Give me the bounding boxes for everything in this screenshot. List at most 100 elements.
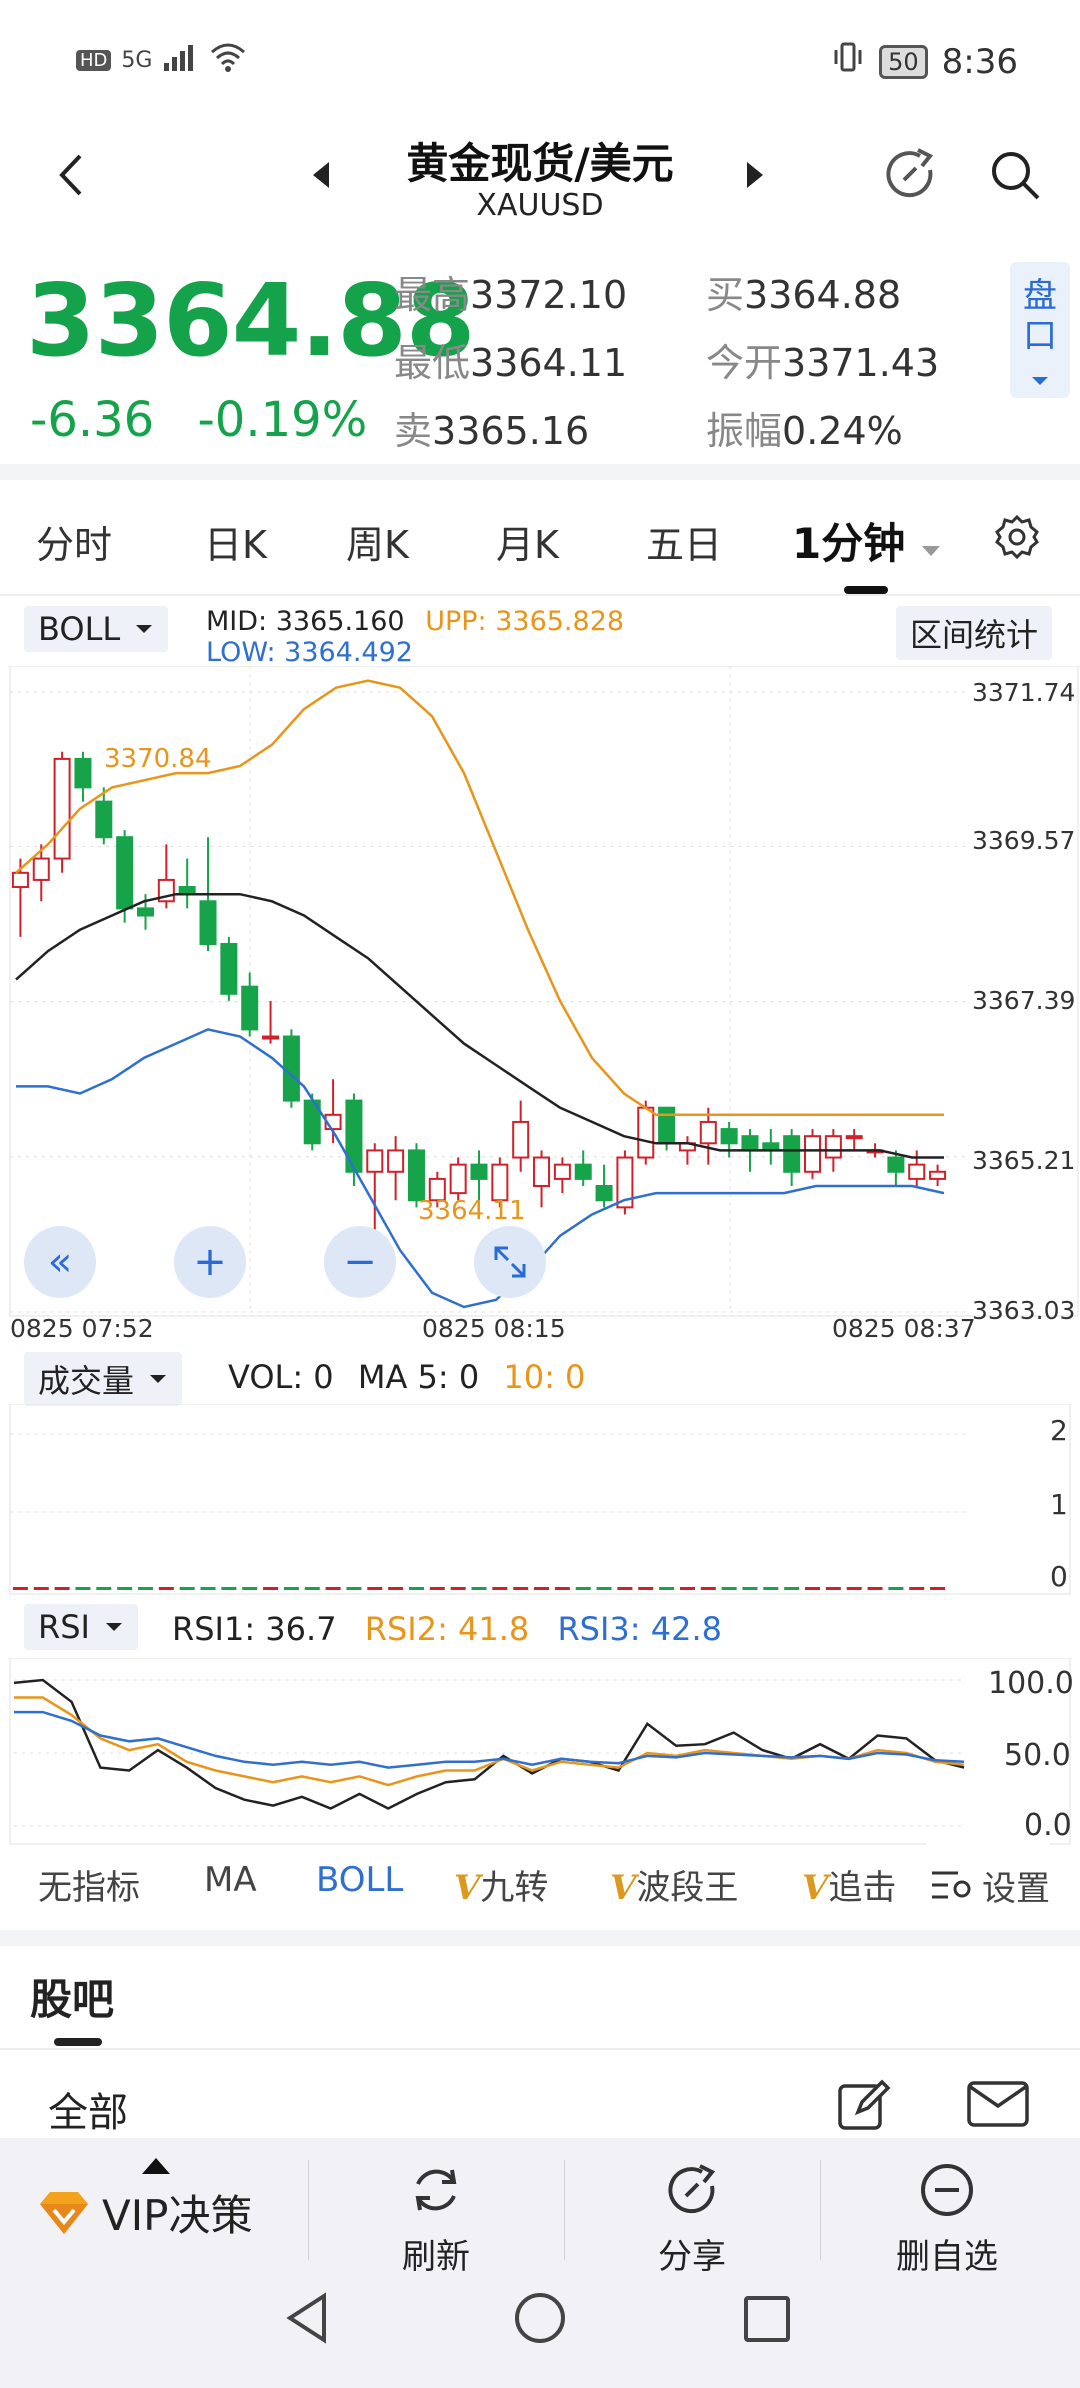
- tab-1min[interactable]: 1分钟: [792, 510, 942, 571]
- volume-bar: [54, 1587, 70, 1590]
- volume-bar: [805, 1587, 821, 1590]
- candle-up: [533, 1156, 551, 1188]
- max-price-marker: 3370.84: [104, 744, 212, 774]
- candle-down: [95, 800, 113, 839]
- stat-value: 3365.16: [432, 409, 590, 453]
- candle-up: [929, 1170, 947, 1180]
- square-recents-icon: [744, 2296, 790, 2342]
- main-indicator-select[interactable]: BOLL: [24, 606, 169, 652]
- tab-daily-k[interactable]: 日K: [204, 514, 267, 569]
- volume-bar: [283, 1587, 299, 1590]
- ind-boduanwang[interactable]: V波段王: [610, 1860, 738, 1909]
- system-back-button[interactable]: [284, 2290, 332, 2350]
- double-chevron-left-icon: «: [47, 1239, 73, 1285]
- guba-title[interactable]: 股吧: [30, 1966, 114, 2027]
- zoom-out-button[interactable]: −: [324, 1226, 396, 1298]
- indicator-settings-button[interactable]: 设置: [926, 1840, 1050, 1930]
- vip-v-icon: V: [802, 1868, 829, 1908]
- rsi3-label: RSI3:: [557, 1610, 641, 1648]
- tab-five-day[interactable]: 五日: [646, 514, 722, 569]
- stat-value: 3364.11: [470, 341, 628, 385]
- vip-label: VIP决策: [102, 2191, 253, 2240]
- ind-jiuzhuan[interactable]: V九转: [454, 1860, 548, 1909]
- share-button[interactable]: 分享: [622, 2160, 762, 2278]
- volume-bar: [888, 1587, 904, 1590]
- settings-sliders-icon: [932, 1871, 971, 1899]
- candle-up: [491, 1163, 509, 1202]
- compose-post-button[interactable]: [836, 2076, 892, 2136]
- system-recents-button[interactable]: [742, 2294, 792, 2348]
- candle-down: [136, 907, 154, 917]
- volume-chart[interactable]: [0, 1404, 1080, 1604]
- rsi3-line: [14, 1710, 965, 1769]
- triangle-right-icon: [747, 162, 763, 188]
- range-stats-button[interactable]: 区间统计: [896, 606, 1053, 660]
- refresh-button[interactable]: 刷新: [366, 2160, 506, 2278]
- divider: [0, 594, 1080, 596]
- clock: 8:36: [941, 41, 1018, 82]
- fullscreen-button[interactable]: [474, 1226, 546, 1298]
- share-header-button[interactable]: [876, 140, 946, 210]
- stat-value: 3364.88: [744, 273, 902, 317]
- volume-bar: [33, 1587, 49, 1590]
- divider: [0, 2048, 1080, 2050]
- volume-bar: [242, 1587, 258, 1590]
- candle-up: [804, 1135, 822, 1173]
- x-tick: 0825 08:37: [832, 1314, 976, 1343]
- scroll-left-button[interactable]: «: [24, 1226, 96, 1298]
- volume-bar: [659, 1587, 675, 1590]
- search-button[interactable]: [980, 140, 1050, 210]
- candle-up: [53, 757, 71, 860]
- ind-none[interactable]: 无指标: [38, 1860, 140, 1909]
- candle-down: [470, 1163, 488, 1180]
- vip-decision-button[interactable]: VIP决策: [36, 2156, 276, 2243]
- volume-bar: [346, 1587, 362, 1590]
- rsi1-label: RSI1:: [172, 1610, 256, 1648]
- candle-up: [11, 871, 29, 889]
- messages-button[interactable]: [966, 2080, 1030, 2132]
- ma10-value: 0: [565, 1358, 586, 1396]
- volume-bar: [638, 1587, 654, 1590]
- rsi-indicator-select[interactable]: RSI: [24, 1604, 138, 1650]
- tab-weekly-k[interactable]: 周K: [346, 514, 409, 569]
- y-tick: 3367.39: [972, 986, 1076, 1015]
- volume-indicator-label: 成交量: [38, 1362, 135, 1400]
- rsi1-value: 36.7: [265, 1610, 337, 1648]
- ind-zhuiji[interactable]: V追击: [802, 1860, 924, 1909]
- wifi-icon: [208, 42, 248, 78]
- volume-bar: [408, 1587, 424, 1590]
- y-tick: 3363.03: [972, 1296, 1076, 1325]
- volume-bar: [492, 1587, 508, 1590]
- remove-watchlist-button[interactable]: 删自选: [872, 2160, 1022, 2278]
- rsi3-value: 42.8: [650, 1610, 722, 1648]
- system-home-button[interactable]: [512, 2290, 568, 2350]
- main-indicator-label: BOLL: [38, 610, 121, 648]
- y-tick: 100.0: [988, 1666, 1074, 1701]
- order-book-button[interactable]: 盘口: [1010, 262, 1070, 398]
- next-instrument-button[interactable]: [720, 140, 790, 210]
- indicator-tabs: 无指标 MA BOLL V九转 V波段王 V追击 设置: [0, 1840, 1080, 1930]
- change-percent: -0.19%: [197, 392, 368, 448]
- rsi-chart[interactable]: [0, 1658, 1080, 1848]
- vol-value: 0: [313, 1358, 334, 1396]
- chart-settings-button[interactable]: [994, 514, 1040, 569]
- rsi-legend: RSI1: 36.7 RSI2: 41.8 RSI3: 42.8: [172, 1610, 722, 1648]
- volume-bar: [930, 1587, 946, 1590]
- zoom-in-button[interactable]: +: [174, 1226, 246, 1298]
- ind-ma[interactable]: MA: [204, 1860, 257, 1900]
- tab-monthly-k[interactable]: 月K: [496, 514, 559, 569]
- volume-bar: [534, 1587, 550, 1590]
- ind-boll[interactable]: BOLL: [316, 1860, 403, 1900]
- tab-intraday[interactable]: 分时: [36, 514, 112, 569]
- stat-buy: 买3364.88: [706, 264, 901, 319]
- volume-bar: [96, 1587, 112, 1590]
- filter-all[interactable]: 全部: [48, 2080, 128, 2138]
- volume-indicator-select[interactable]: 成交量: [24, 1352, 183, 1406]
- rsi2-line: [14, 1696, 965, 1787]
- candle-up: [449, 1163, 467, 1195]
- volume-bar: [867, 1587, 883, 1590]
- settings-label: 设置: [982, 1868, 1050, 1909]
- ma5-label: MA 5:: [357, 1358, 449, 1396]
- candle-down: [116, 836, 134, 910]
- divider: [564, 2160, 565, 2260]
